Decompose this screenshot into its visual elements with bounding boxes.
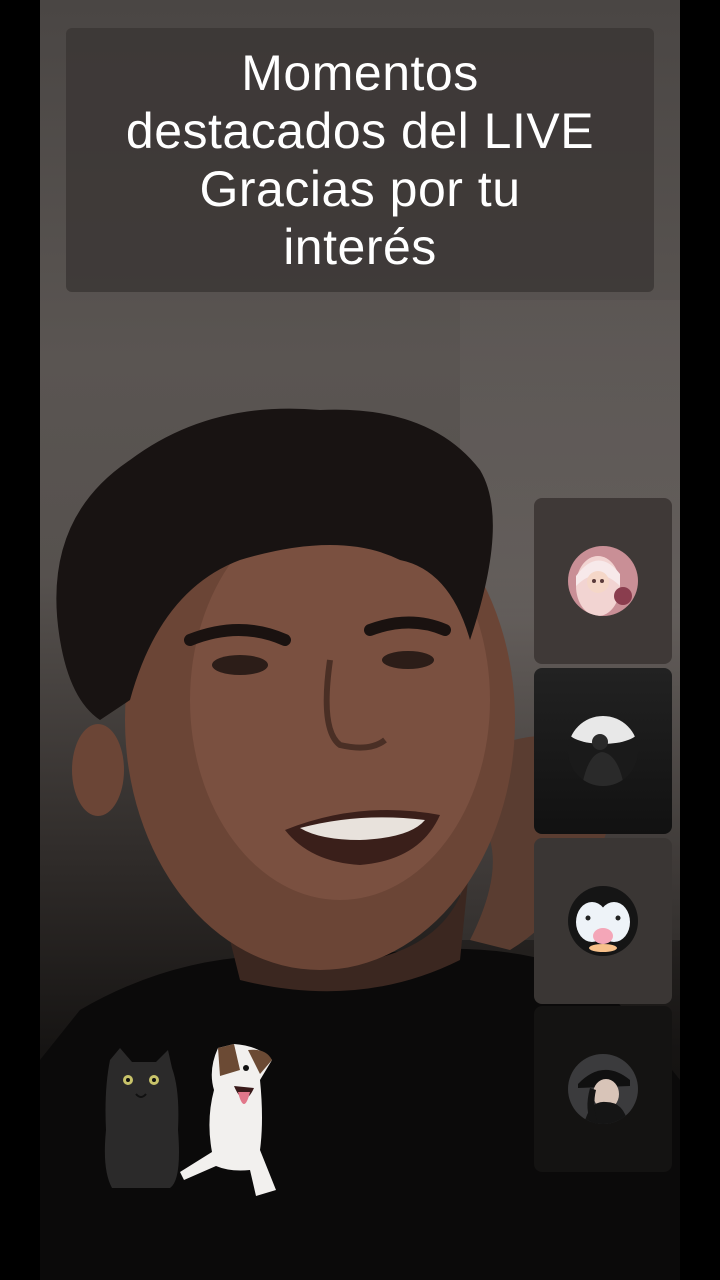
black-cap-woman-avatar [568, 1054, 638, 1124]
black-cat-sticker [104, 1048, 179, 1188]
laughing-dog-sticker [180, 1044, 276, 1196]
dark-silhouette-avatar [568, 716, 638, 786]
live-replay-screen: Momentos destacados del LIVE Gracias por… [0, 0, 720, 1280]
pink-hooded-girl-avatar [568, 546, 638, 616]
caption-line-2: destacados del LIVE [125, 103, 595, 159]
guest-tile-1[interactable] [534, 498, 672, 664]
guest-tile-3[interactable] [534, 838, 672, 1004]
guest-tile-4[interactable] [534, 1006, 672, 1172]
caption-line-4: interés [283, 219, 437, 275]
caption-line-1: Momentos [241, 45, 479, 101]
caption-line-3: Gracias por tu [199, 161, 521, 217]
caption-banner: Momentos destacados del LIVE Gracias por… [66, 28, 654, 292]
guest-tile-2[interactable] [534, 668, 672, 834]
cute-penguins-avatar [568, 886, 638, 956]
pet-stickers [104, 1044, 276, 1196]
